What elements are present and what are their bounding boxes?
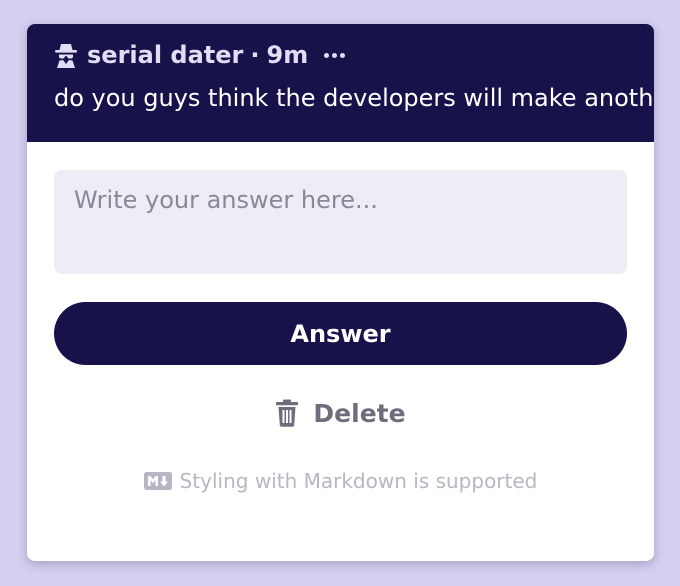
- author-name[interactable]: serial dater: [87, 41, 243, 69]
- question-card: serial dater · 9m do you guys think the …: [27, 24, 654, 561]
- delete-button[interactable]: Delete: [269, 395, 411, 431]
- post-time: 9m: [266, 41, 309, 69]
- post-meta: serial dater · 9m: [54, 38, 628, 72]
- trash-icon: [275, 399, 299, 427]
- question-text: do you guys think the developers will ma…: [54, 84, 654, 112]
- spy-icon: [54, 42, 78, 68]
- answer-button[interactable]: Answer: [54, 302, 627, 365]
- markdown-note: Styling with Markdown is supported: [54, 469, 627, 493]
- meta-separator: ·: [250, 41, 260, 69]
- answer-section: Answer Delete: [27, 142, 654, 493]
- markdown-note-text: Styling with Markdown is supported: [179, 469, 538, 493]
- question-header: serial dater · 9m do you guys think the …: [27, 24, 654, 142]
- more-horizontal-icon[interactable]: [324, 52, 346, 58]
- markdown-icon: [143, 472, 172, 490]
- answer-input[interactable]: [54, 170, 627, 274]
- delete-label: Delete: [313, 398, 406, 428]
